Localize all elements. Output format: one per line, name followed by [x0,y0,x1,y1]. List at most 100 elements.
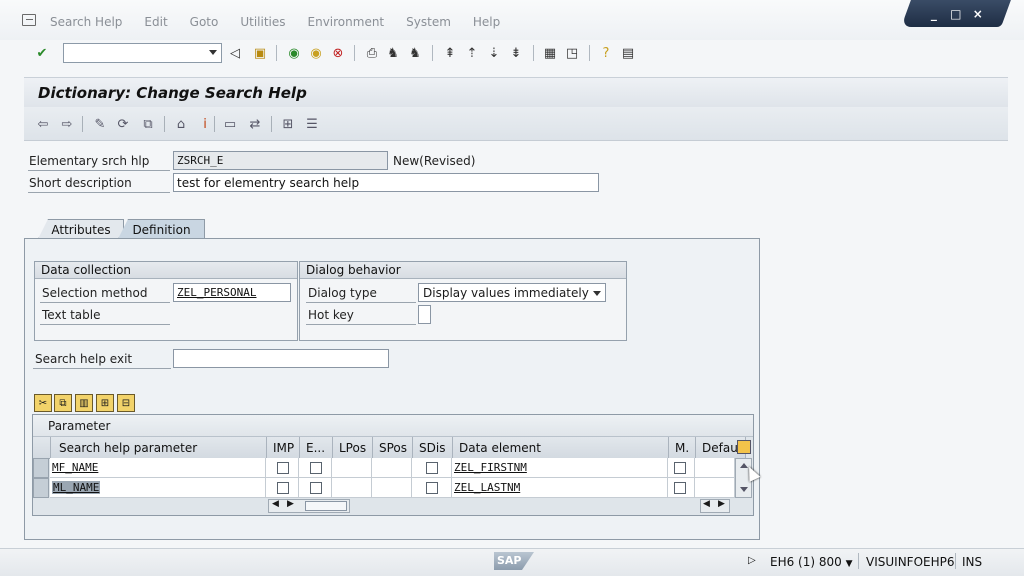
table-settings-icon[interactable] [737,440,751,454]
table-cell-default[interactable] [695,478,735,498]
column-header-imp[interactable]: IMP [267,437,300,459]
table-cell-data-element[interactable]: ZEL_FIRSTNM [452,458,668,478]
cut-icon[interactable]: ✂ [34,394,52,412]
dialog-type-dropdown[interactable]: Display values immediately [418,283,606,302]
menu-item-environment[interactable]: Environment [308,15,385,29]
cancel-icon[interactable]: ⊗ [329,44,347,62]
row-selector[interactable] [33,458,49,478]
hot-key-field[interactable] [418,305,431,324]
hierarchy-icon[interactable]: ⊞ [279,116,297,132]
layout-icon[interactable]: ▤ [619,44,637,62]
copy-object-icon[interactable]: ⧉ [139,116,157,132]
delete-row-icon[interactable]: ⊟ [117,394,135,412]
select-all-column[interactable] [33,437,51,459]
menu-item-help[interactable]: Help [473,15,500,29]
menu-item-goto[interactable]: Goto [190,15,219,29]
table-cell-lpos[interactable] [332,478,372,498]
copy-icon[interactable]: ⧉ [54,394,72,412]
column-header-data-element[interactable]: Data element [453,437,669,459]
column-header-lpos[interactable]: LPos [333,437,373,459]
save-icon[interactable]: ▣ [251,44,269,62]
column-header-modified[interactable]: M. [669,437,696,459]
sdis-checkbox[interactable] [426,482,438,494]
hot-key-label: Hot key [308,308,354,322]
new-session-icon[interactable]: ▦ [541,44,559,62]
search-help-exit-label: Search help exit [35,352,133,366]
modified-checkbox[interactable] [674,462,686,474]
column-header-spos[interactable]: SPos [373,437,413,459]
scroll-left-icon[interactable]: ◀ [703,499,710,509]
scroll-right-icon[interactable]: ▶ [718,499,725,509]
menu-icon[interactable] [22,14,36,26]
horizontal-scrollbar[interactable]: ◀ ▶ [268,499,350,513]
scroll-down-icon[interactable] [740,487,748,492]
maximize-icon[interactable]: □ [948,7,964,21]
table-cell-param[interactable]: ML_NAME [50,478,266,498]
sdis-checkbox[interactable] [426,462,438,474]
help-icon[interactable]: ? [597,44,615,62]
scroll-thumb[interactable] [305,501,347,511]
scroll-right-icon[interactable]: ▶ [287,499,294,509]
menu-item-search-help[interactable]: Search Help [50,15,122,29]
column-header-search-help-parameter[interactable]: Search help parameter [51,437,267,459]
imp-checkbox[interactable] [277,462,289,474]
table-cell-param[interactable]: MF_NAME [50,458,266,478]
chevron-down-icon[interactable] [209,50,217,55]
table-cell-data-element[interactable]: ZEL_LASTNM [452,478,668,498]
short-description-field[interactable]: test for elementry search help [173,173,599,192]
column-header-exp[interactable]: E... [300,437,333,459]
find-icon[interactable]: ♞ [384,44,402,62]
exp-checkbox[interactable] [310,482,322,494]
table-cell-spos[interactable] [372,478,412,498]
scroll-left-icon[interactable]: ◀ [272,499,279,509]
imp-checkbox[interactable] [277,482,289,494]
table-cell-lpos[interactable] [332,458,372,478]
triangle-left-icon[interactable]: ◁ [226,44,244,62]
back-icon[interactable]: ◉ [285,44,303,62]
selection-method-field[interactable]: ZEL_PERSONAL [173,283,291,302]
find-next-icon[interactable]: ♞ [406,44,424,62]
first-page-icon[interactable]: ⇞ [441,44,459,62]
chevron-down-icon[interactable]: ▼ [846,559,853,569]
modified-checkbox[interactable] [674,482,686,494]
title-bar: Dictionary: Change Search Help [24,77,1008,107]
horizontal-scrollbar-right[interactable]: ◀ ▶ [700,499,730,513]
prev-page-icon[interactable]: ⇡ [463,44,481,62]
exp-checkbox[interactable] [310,462,322,474]
where-used-icon[interactable]: ⌂ [172,116,190,132]
table-cell-default[interactable] [695,458,735,478]
display-change-icon[interactable]: ✎ [91,116,109,132]
print-icon[interactable]: ⎙ [363,44,381,62]
menu-bar: Search Help Edit Goto Utilities Environm… [0,0,1024,40]
menu-item-system[interactable]: System [406,15,451,29]
shortcut-icon[interactable]: ◳ [563,44,581,62]
minimize-icon[interactable]: _ [926,7,942,21]
table-cell-spos[interactable] [372,458,412,478]
test-icon[interactable]: ☰ [303,116,321,132]
arrow-left-icon[interactable]: ⇦ [34,116,52,132]
close-icon[interactable]: × [970,7,986,21]
exit-icon[interactable]: ◉ [307,44,325,62]
arrow-right-icon[interactable]: ⇨ [58,116,76,132]
tab-attributes[interactable]: Attributes [38,219,124,239]
search-help-exit-field[interactable] [173,349,389,368]
check-icon[interactable]: ⅰ [196,116,214,132]
chevron-down-icon[interactable] [593,291,601,296]
next-page-icon[interactable]: ⇣ [485,44,503,62]
label-underline [28,170,170,171]
navigation-icon[interactable]: ⇄ [246,116,264,132]
paste-icon[interactable]: ▥ [75,394,93,412]
system-info[interactable]: EH6 (1) 800 ▼ [770,555,853,569]
command-field[interactable] [63,43,222,63]
tab-definition[interactable]: Definition [118,219,205,239]
display-object-list-icon[interactable]: ▭ [221,116,239,132]
last-page-icon[interactable]: ⇟ [507,44,525,62]
menu-item-utilities[interactable]: Utilities [240,15,285,29]
activate-icon[interactable]: ⟳ [114,116,132,132]
menu-item-edit[interactable]: Edit [144,15,167,29]
column-header-sdis[interactable]: SDis [413,437,453,459]
enter-check-icon[interactable]: ✔ [33,44,51,62]
insert-row-icon[interactable]: ⊞ [96,394,114,412]
status-expand-icon[interactable]: ▷ [748,555,756,566]
row-selector[interactable] [33,478,49,498]
